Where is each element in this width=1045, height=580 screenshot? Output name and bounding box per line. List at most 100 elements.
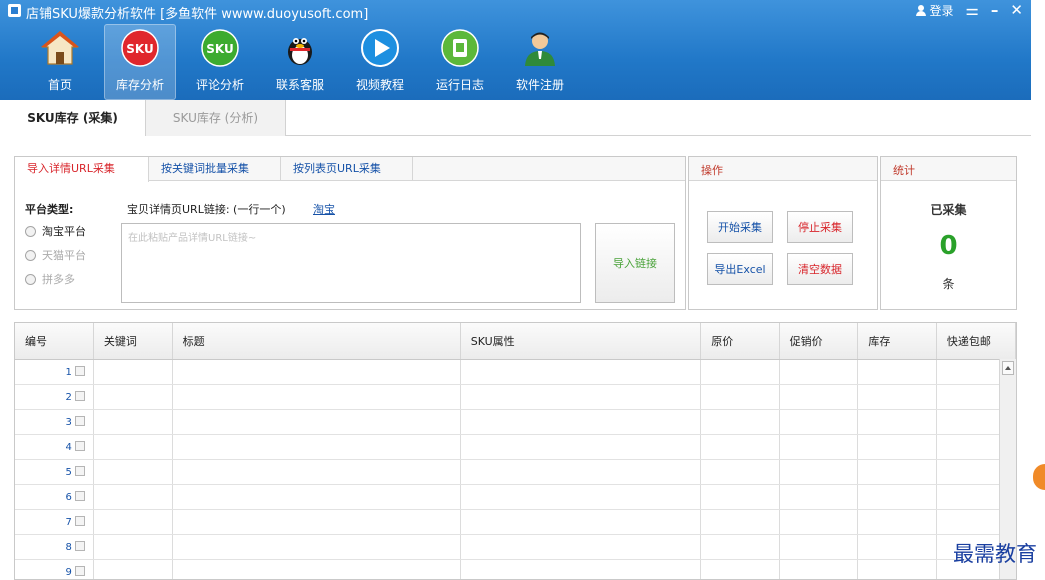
table-cell <box>779 434 859 460</box>
table-cell <box>857 434 937 460</box>
nav-contact-support[interactable]: 联系客服 <box>264 24 336 100</box>
stop-collect-button[interactable]: 停止采集 <box>787 211 853 243</box>
import-tab-bar: 导入详情URL采集 按关键词批量采集 按列表页URL采集 <box>15 157 685 182</box>
radio-taobao[interactable]: 淘宝平台 <box>25 223 86 239</box>
close-icon[interactable]: ✕ <box>1010 2 1023 19</box>
nav-software-register[interactable]: 软件注册 <box>504 24 576 100</box>
row-checkbox[interactable] <box>74 465 85 476</box>
row-checkbox[interactable] <box>74 390 85 401</box>
table-cell <box>172 359 461 385</box>
statistics-panel: 统计 已采集 0 条 <box>880 156 1017 310</box>
collected-caption: 已采集 <box>930 203 967 217</box>
row-number-cell: 4 <box>15 434 94 460</box>
tab-keyword-batch[interactable]: 按关键词批量采集 <box>149 157 281 181</box>
sku-green-icon: SKU <box>201 29 239 67</box>
table-cell <box>460 484 702 510</box>
side-float-tab[interactable] <box>1033 464 1045 490</box>
table-row[interactable]: 6 <box>15 484 1016 510</box>
table-header-row: 编号 关键词 标题 SKU属性 原价 促销价 库存 快递包邮 <box>15 323 1016 360</box>
table-row[interactable]: 7 <box>15 509 1016 535</box>
column-header-free-shipping[interactable]: 快递包邮 <box>936 323 1016 360</box>
radio-tmall[interactable]: 天猫平台 <box>25 247 86 263</box>
nav-label: 评论分析 <box>195 78 244 92</box>
row-checkbox[interactable] <box>74 440 85 451</box>
row-number-cell: 6 <box>15 484 94 510</box>
row-number: 2 <box>65 391 72 403</box>
app-header: 店铺SKU爆款分析软件 [多鱼软件 wwww.duoyusoft.com] 登录… <box>0 0 1031 100</box>
login-button[interactable]: 登录 <box>916 2 953 19</box>
start-collect-button[interactable]: 开始采集 <box>707 211 773 243</box>
row-checkbox[interactable] <box>74 540 85 551</box>
table-cell <box>857 509 937 535</box>
tab-sku-inventory-collect[interactable]: SKU库存 (采集) <box>0 100 146 136</box>
column-header-sku-attr[interactable]: SKU属性 <box>460 323 702 360</box>
row-checkbox[interactable] <box>74 565 85 576</box>
column-header-promo-price[interactable]: 促销价 <box>779 323 859 360</box>
export-excel-button[interactable]: 导出Excel <box>707 253 773 285</box>
user-register-icon <box>525 32 555 66</box>
collected-count: 0 <box>939 231 958 261</box>
operations-panel: 操作 开始采集 停止采集 导出Excel 清空数据 <box>688 156 878 310</box>
row-checkbox[interactable] <box>74 365 85 376</box>
table-cell <box>460 459 702 485</box>
column-header-number[interactable]: 编号 <box>15 323 94 360</box>
table-row[interactable]: 4 <box>15 434 1016 460</box>
minimize-icon[interactable]: – <box>991 2 999 19</box>
taobao-link[interactable]: 淘宝 <box>313 201 335 217</box>
table-row[interactable]: 2 <box>15 384 1016 410</box>
table-row[interactable]: 9 <box>15 559 1016 579</box>
row-number: 8 <box>65 541 72 553</box>
table-cell <box>172 509 461 535</box>
row-checkbox[interactable] <box>74 415 85 426</box>
tab-sku-inventory-analyze[interactable]: SKU库存 (分析) <box>146 100 286 136</box>
table-cell <box>172 434 461 460</box>
scroll-up-icon[interactable] <box>1002 361 1014 375</box>
nav-run-log[interactable]: 运行日志 <box>424 24 496 100</box>
import-links-button[interactable]: 导入链接 <box>595 223 675 303</box>
row-checkbox[interactable] <box>74 490 85 501</box>
sub-tab-bar: SKU库存 (采集) SKU库存 (分析) <box>0 100 1031 136</box>
table-cell <box>460 384 702 410</box>
table-cell <box>857 559 937 579</box>
table-cell <box>460 359 702 385</box>
column-header-keyword[interactable]: 关键词 <box>93 323 173 360</box>
column-header-original-price[interactable]: 原价 <box>700 323 780 360</box>
table-cell <box>857 359 937 385</box>
row-number-cell: 2 <box>15 384 94 410</box>
nav-home[interactable]: 首页 <box>24 24 96 100</box>
nav-inventory-analysis[interactable]: SKU 库存分析 <box>104 24 176 100</box>
nav-label: 首页 <box>47 78 72 92</box>
table-cell <box>779 409 859 435</box>
table-cell <box>700 434 780 460</box>
table-row[interactable]: 8 <box>15 534 1016 560</box>
column-header-title[interactable]: 标题 <box>172 323 461 360</box>
table-cell <box>857 484 937 510</box>
tab-import-detail-url[interactable]: 导入详情URL采集 <box>15 157 149 182</box>
table-cell <box>857 409 937 435</box>
table-cell <box>460 409 702 435</box>
nav-video-tutorial[interactable]: 视频教程 <box>344 24 416 100</box>
url-input[interactable] <box>121 223 581 303</box>
statistics-header: 统计 <box>881 157 1016 181</box>
sku-green-text: SKU <box>206 42 233 56</box>
table-cell <box>93 534 173 560</box>
menu-icon[interactable]: ⚌ <box>965 2 978 19</box>
radio-label: 天猫平台 <box>42 249 86 262</box>
column-header-stock[interactable]: 库存 <box>857 323 937 360</box>
radio-label: 拼多多 <box>42 273 75 286</box>
table-cell <box>172 559 461 579</box>
table-row[interactable]: 3 <box>15 409 1016 435</box>
table-row[interactable]: 1 <box>15 359 1016 385</box>
row-number: 6 <box>65 491 72 503</box>
results-table: 编号 关键词 标题 SKU属性 原价 促销价 库存 快递包邮 1 2 3 4 5 6 7 8 9 <box>15 323 1016 579</box>
clear-data-button[interactable]: 清空数据 <box>787 253 853 285</box>
radio-circle <box>25 273 36 285</box>
table-cell <box>93 509 173 535</box>
radio-pinduoduo[interactable]: 拼多多 <box>25 271 75 287</box>
table-row[interactable]: 5 <box>15 459 1016 485</box>
tab-list-page-url[interactable]: 按列表页URL采集 <box>281 157 413 181</box>
nav-review-analysis[interactable]: SKU 评论分析 <box>184 24 256 100</box>
window-title: 店铺SKU爆款分析软件 [多鱼软件 wwww.duoyusoft.com] <box>26 7 369 22</box>
row-checkbox[interactable] <box>74 515 85 526</box>
import-panel: 导入详情URL采集 按关键词批量采集 按列表页URL采集 平台类型: 淘宝平台 … <box>14 156 686 310</box>
